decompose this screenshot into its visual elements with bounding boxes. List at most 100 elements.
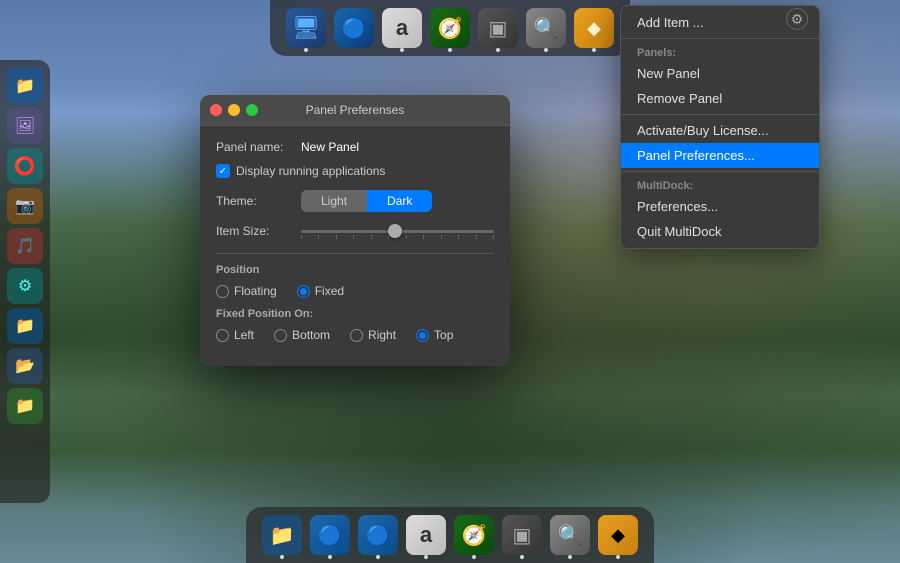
sidebar-icon-camera[interactable]: 📷 (7, 188, 43, 224)
bottom-dock-finder[interactable]: 🔵 (310, 515, 350, 555)
position-floating-radio[interactable] (216, 285, 229, 298)
fixed-right-label: Right (368, 328, 396, 342)
fixed-top-option[interactable]: Top (416, 328, 453, 342)
window-titlebar: Panel Preferenses (200, 95, 510, 126)
menu-new-panel[interactable]: New Panel (621, 61, 819, 86)
sidebar-icon-img[interactable]: 🖼 (7, 108, 43, 144)
menu-separator-3 (621, 171, 819, 172)
position-floating-option[interactable]: Floating (216, 284, 277, 298)
display-running-apps-row: Display running applications (216, 164, 494, 178)
bottom-dock-font[interactable]: a (406, 515, 446, 555)
fixed-left-radio[interactable] (216, 329, 229, 342)
display-running-apps-checkbox[interactable] (216, 164, 230, 178)
bottom-dock-safari[interactable]: 🧭 (454, 515, 494, 555)
panel-name-row: Panel name: New Panel (216, 140, 494, 154)
fixed-left-label: Left (234, 328, 254, 342)
tick (336, 235, 337, 239)
tick (318, 235, 319, 239)
fixed-top-label: Top (434, 328, 453, 342)
theme-toggle: Light Dark (301, 190, 432, 212)
sidebar-icon-folder3[interactable]: 📂 (7, 348, 43, 384)
window-title: Panel Preferenses (306, 103, 405, 117)
panel-name-label: Panel name: (216, 140, 301, 154)
fixed-right-option[interactable]: Right (350, 328, 396, 342)
tick (301, 235, 302, 239)
menu-panels-section: Panels: (621, 42, 819, 61)
item-size-row: Item Size: (216, 222, 494, 239)
fixed-position-label: Fixed Position On: (216, 308, 494, 320)
fixed-top-radio[interactable] (416, 329, 429, 342)
sidebar-icon-folder2[interactable]: 📁 (7, 308, 43, 344)
position-row: Floating Fixed (216, 284, 494, 298)
window-content: Panel name: New Panel Display running ap… (200, 126, 510, 366)
theme-dark-button[interactable]: Dark (367, 190, 432, 212)
bottom-dock: 📁 🔵 🔵 a 🧭 ▣ 🔍 ◆ (246, 507, 654, 563)
dock-icon-monitor[interactable]: 🖥 (286, 8, 326, 48)
position-fixed-radio[interactable] (297, 285, 310, 298)
theme-light-button[interactable]: Light (301, 190, 367, 212)
item-size-slider-thumb[interactable] (388, 224, 402, 238)
fixed-bottom-label: Bottom (292, 328, 330, 342)
dock-icon-sketch-box[interactable]: ▣ (478, 8, 518, 48)
fixed-bottom-option[interactable]: Bottom (274, 328, 330, 342)
fixed-position-row: Left Bottom Right Top (216, 328, 494, 342)
dock-icon-diamond[interactable]: ◆ (574, 8, 614, 48)
theme-label: Theme: (216, 194, 301, 208)
window-controls (210, 104, 258, 116)
fixed-top-radio-fill (419, 332, 426, 339)
top-dock: 🖥 🔵 a 🧭 ▣ 🔍 ◆ (270, 0, 630, 56)
bottom-dock-magnify[interactable]: 🔍 (550, 515, 590, 555)
window-maximize-button[interactable] (246, 104, 258, 116)
menu-separator-2 (621, 114, 819, 115)
item-size-slider-container (301, 222, 494, 239)
context-menu: Add Item ... Panels: New Panel Remove Pa… (620, 5, 820, 249)
menu-preferences[interactable]: Preferences... (621, 194, 819, 219)
bottom-dock-diamond[interactable]: ◆ (598, 515, 638, 555)
sidebar-icon-circle[interactable]: ⭕ (7, 148, 43, 184)
item-size-slider-track (301, 230, 494, 233)
position-fixed-radio-fill (300, 288, 307, 295)
position-fixed-label: Fixed (315, 284, 344, 298)
sidebar-icon-music[interactable]: 🎵 (7, 228, 43, 264)
bottom-dock-finder2[interactable]: 🔵 (358, 515, 398, 555)
position-section-label: Position (216, 264, 494, 276)
tick (441, 235, 442, 239)
divider-1 (216, 253, 494, 254)
tick (353, 235, 354, 239)
bottom-dock-folder[interactable]: 📁 (262, 515, 302, 555)
menu-remove-panel[interactable]: Remove Panel (621, 86, 819, 111)
window-minimize-button[interactable] (228, 104, 240, 116)
bottom-dock-sketch-box[interactable]: ▣ (502, 515, 542, 555)
fixed-left-option[interactable]: Left (216, 328, 254, 342)
gear-icon: ⚙ (791, 11, 804, 28)
menu-panel-preferences[interactable]: Panel Preferences... (621, 143, 819, 168)
tick (371, 235, 372, 239)
menu-separator-1 (621, 38, 819, 39)
tick (458, 235, 459, 239)
fixed-right-radio[interactable] (350, 329, 363, 342)
sidebar-icon-gear[interactable]: ⚙ (7, 268, 43, 304)
left-sidebar: 📁 🖼 ⭕ 📷 🎵 ⚙ 📁 📂 📁 (0, 60, 50, 503)
display-running-apps-label: Display running applications (236, 164, 385, 178)
menu-quit[interactable]: Quit MultiDock (621, 219, 819, 244)
panel-preferences-window: Panel Preferenses Panel name: New Panel … (200, 95, 510, 366)
multidock-gear-button[interactable]: ⚙ (786, 8, 808, 30)
panel-name-value: New Panel (301, 140, 359, 154)
item-size-label: Item Size: (216, 224, 301, 238)
dock-icon-finder[interactable]: 🔵 (334, 8, 374, 48)
dock-icon-magnify[interactable]: 🔍 (526, 8, 566, 48)
sidebar-icon-folder1[interactable]: 📁 (7, 68, 43, 104)
dock-icon-safari[interactable]: 🧭 (430, 8, 470, 48)
fixed-bottom-radio[interactable] (274, 329, 287, 342)
position-fixed-option[interactable]: Fixed (297, 284, 344, 298)
dock-icon-font[interactable]: a (382, 8, 422, 48)
window-close-button[interactable] (210, 104, 222, 116)
menu-activate-buy[interactable]: Activate/Buy License... (621, 118, 819, 143)
theme-row: Theme: Light Dark (216, 190, 494, 212)
menu-multidock-section: MultiDock: (621, 175, 819, 194)
tick (423, 235, 424, 239)
tick (406, 235, 407, 239)
tick (493, 235, 494, 239)
position-floating-label: Floating (234, 284, 277, 298)
sidebar-icon-folder4[interactable]: 📁 (7, 388, 43, 424)
